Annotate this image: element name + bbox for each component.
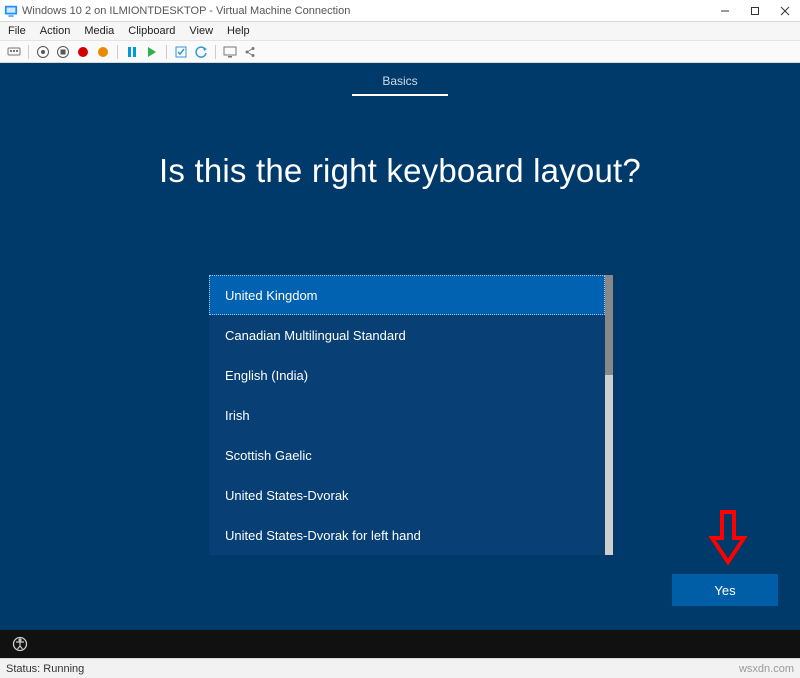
window-minimize-button[interactable]	[710, 0, 740, 22]
checkpoint-icon[interactable]	[173, 44, 189, 60]
menu-help[interactable]: Help	[227, 25, 250, 37]
list-item-label: United States-Dvorak for left hand	[225, 528, 421, 543]
menu-action[interactable]: Action	[40, 25, 71, 37]
menu-file[interactable]: File	[8, 25, 26, 37]
list-item[interactable]: United Kingdom	[209, 275, 605, 315]
window-title: Windows 10 2 on ILMIONTDESKTOP - Virtual…	[22, 5, 350, 17]
status-bar: Status: Running wsxdn.com	[0, 658, 800, 678]
list-item[interactable]: United States-Dvorak for left hand	[209, 515, 605, 555]
list-item[interactable]: Irish	[209, 395, 605, 435]
status-text: Status: Running	[6, 663, 84, 675]
revert-icon[interactable]	[193, 44, 209, 60]
menu-clipboard[interactable]: Clipboard	[128, 25, 175, 37]
ctrl-alt-del-icon[interactable]	[6, 44, 22, 60]
window-maximize-button[interactable]	[740, 0, 770, 22]
list-item[interactable]: Scottish Gaelic	[209, 435, 605, 475]
oobe-tabs: Basics	[0, 63, 800, 96]
toolbar-separator	[28, 45, 29, 59]
list-item-label: Irish	[225, 408, 250, 423]
keyboard-layout-list: United Kingdom Canadian Multilingual Sta…	[209, 275, 613, 555]
tool-bar	[0, 41, 800, 63]
share-icon[interactable]	[242, 44, 258, 60]
toolbar-separator	[215, 45, 216, 59]
enhanced-session-icon[interactable]	[222, 44, 238, 60]
yes-button-label: Yes	[714, 583, 735, 598]
yes-button[interactable]: Yes	[672, 574, 778, 606]
window-title-bar: Windows 10 2 on ILMIONTDESKTOP - Virtual…	[0, 0, 800, 22]
oobe-tab-basics[interactable]: Basics	[352, 72, 447, 96]
list-item-label: United Kingdom	[225, 288, 318, 303]
menu-media[interactable]: Media	[84, 25, 114, 37]
save-icon[interactable]	[95, 44, 111, 60]
list-item[interactable]: English (India)	[209, 355, 605, 395]
reset-icon[interactable]	[144, 44, 160, 60]
window-close-button[interactable]	[770, 0, 800, 22]
list-item-label: United States-Dvorak	[225, 488, 349, 503]
list-item-label: Canadian Multilingual Standard	[225, 328, 406, 343]
annotation-arrow-icon	[708, 510, 748, 566]
list-item-label: Scottish Gaelic	[225, 448, 312, 463]
start-icon[interactable]	[35, 44, 51, 60]
watermark: wsxdn.com	[739, 663, 794, 675]
app-icon	[4, 4, 18, 18]
list-scrollbar[interactable]	[605, 275, 613, 555]
toolbar-separator	[166, 45, 167, 59]
toolbar-separator	[117, 45, 118, 59]
shut-down-icon[interactable]	[75, 44, 91, 60]
menu-bar: File Action Media Clipboard View Help	[0, 22, 800, 41]
guest-screen: Basics Is this the right keyboard layout…	[0, 63, 800, 658]
accessibility-icon[interactable]	[12, 636, 28, 652]
turn-off-icon[interactable]	[55, 44, 71, 60]
pause-icon[interactable]	[124, 44, 140, 60]
list-item-label: English (India)	[225, 368, 308, 383]
page-title: Is this the right keyboard layout?	[0, 152, 800, 190]
menu-view[interactable]: View	[189, 25, 213, 37]
oobe-bottom-bar	[0, 630, 800, 658]
list-item[interactable]: Canadian Multilingual Standard	[209, 315, 605, 355]
list-item[interactable]: United States-Dvorak	[209, 475, 605, 515]
scrollbar-thumb[interactable]	[605, 275, 613, 375]
